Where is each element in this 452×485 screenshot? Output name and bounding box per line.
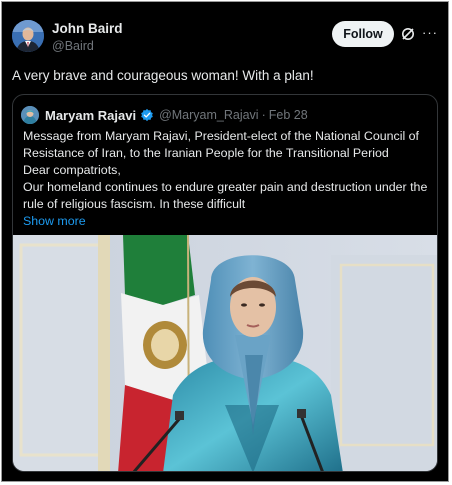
verified-badge-icon <box>141 108 153 122</box>
quoted-line: Our homeland continues to endure greater… <box>23 180 428 194</box>
quoted-body: Message from Maryam Rajavi, President-el… <box>23 128 433 230</box>
avatar-photo <box>12 20 44 52</box>
tweet-text: A very brave and courageous woman! With … <box>12 68 314 83</box>
quoted-header: Maryam Rajavi @Maryam_Rajavi · Feb 28 <box>21 105 308 125</box>
author-name[interactable]: John Baird <box>52 21 123 36</box>
photo-woman-in-blue-headscarf-before-flag <box>13 235 437 471</box>
quoted-line: rule of religious fascism. In these diff… <box>23 197 246 211</box>
quoted-avatar-photo <box>21 106 39 124</box>
quoted-tweet[interactable]: Maryam Rajavi @Maryam_Rajavi · Feb 28 Me… <box>12 94 438 472</box>
quoted-line: Resistance of Iran, to the Iranian Peopl… <box>23 146 389 160</box>
quoted-handle[interactable]: @Maryam_Rajavi <box>159 108 259 122</box>
quoted-date[interactable]: Feb 28 <box>269 108 308 122</box>
grok-slash-icon[interactable] <box>400 26 416 42</box>
more-horizontal-icon[interactable]: ··· <box>422 24 438 42</box>
quoted-line: Message from Maryam Rajavi, President-el… <box>23 129 419 143</box>
quoted-line: Dear compatriots, <box>23 163 121 177</box>
follow-button[interactable]: Follow <box>332 21 394 47</box>
tweet-card: John Baird @Baird Follow ··· A very brav… <box>1 1 449 482</box>
tweet-header: John Baird @Baird Follow ··· <box>2 2 448 64</box>
quoted-avatar[interactable] <box>21 106 39 124</box>
author-avatar[interactable] <box>12 20 44 52</box>
quoted-separator: · <box>261 108 266 122</box>
show-more-link[interactable]: Show more <box>23 213 433 230</box>
quoted-name[interactable]: Maryam Rajavi <box>45 108 136 123</box>
quoted-photo[interactable] <box>13 235 437 471</box>
author-handle[interactable]: @Baird <box>52 39 94 53</box>
